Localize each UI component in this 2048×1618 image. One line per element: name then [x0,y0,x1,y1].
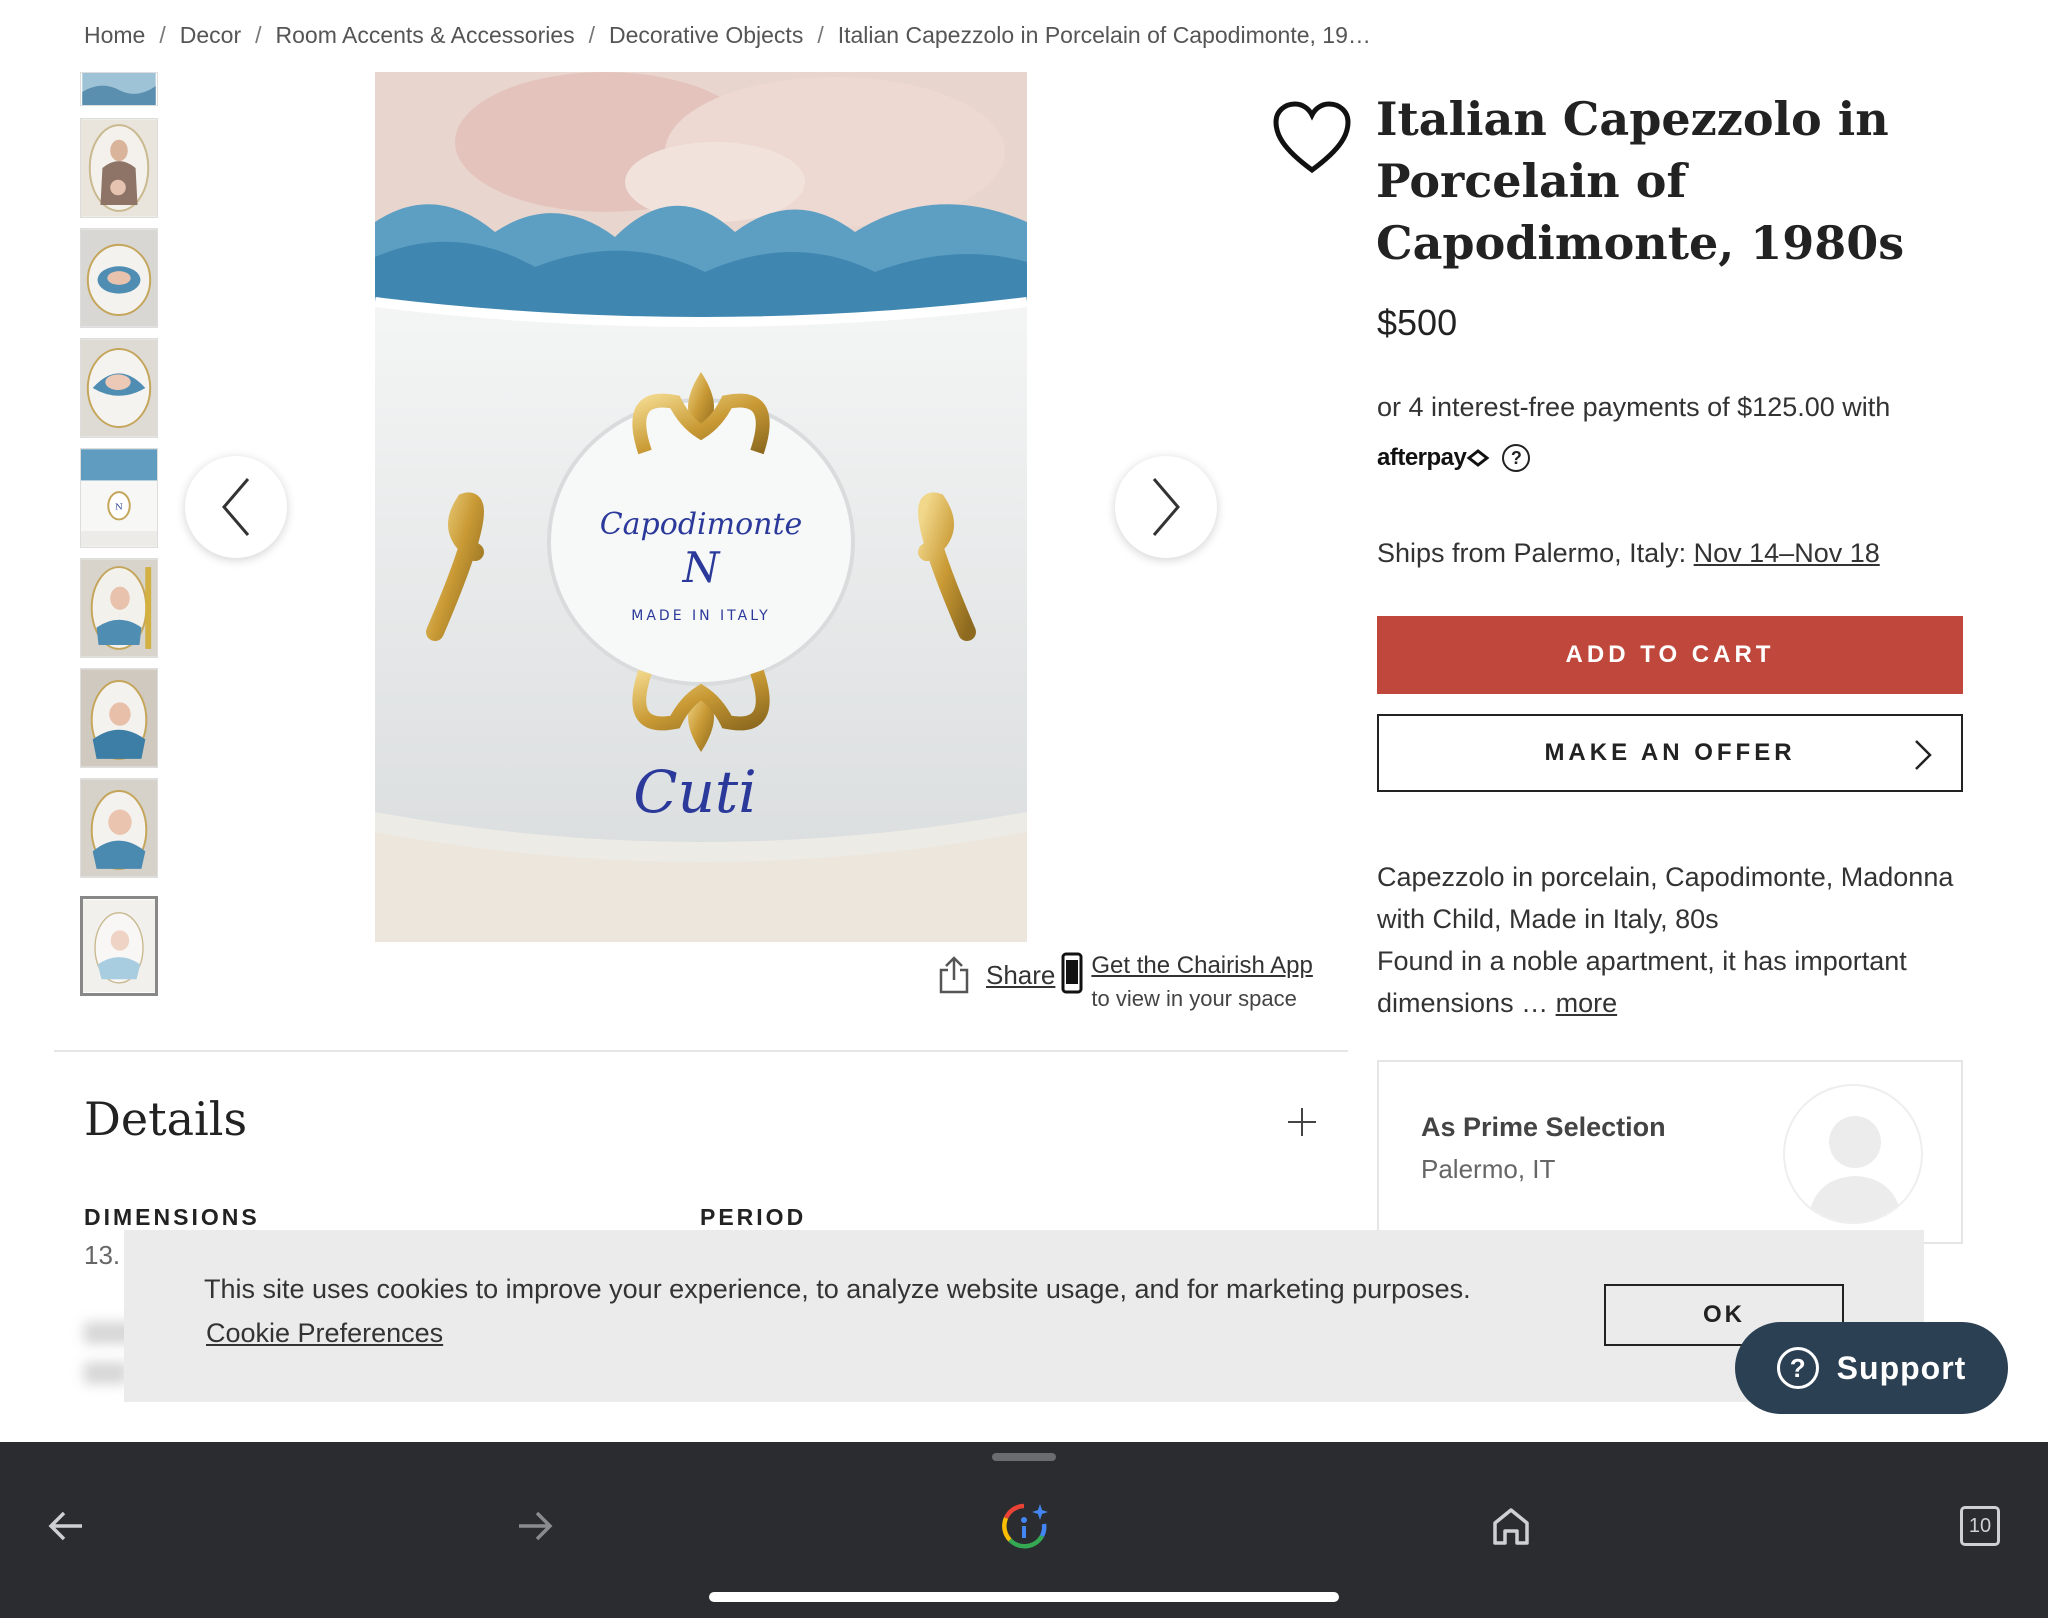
svg-text:N: N [682,543,721,592]
seller-name[interactable]: As Prime Selection [1421,1112,1666,1143]
support-button[interactable]: ? Support [1735,1322,2008,1414]
make-an-offer-button[interactable]: MAKE AN OFFER [1377,714,1963,792]
arrow-left-icon [48,1511,82,1541]
help-icon[interactable]: ? [1502,444,1531,472]
browser-back-button[interactable] [36,1496,96,1556]
breadcrumb-decor[interactable]: Decor [180,22,241,49]
thumbnail-4[interactable] [80,338,158,438]
product-price: $500 [1377,302,1458,343]
svg-text:MADE IN ITALY: MADE IN ITALY [631,608,770,624]
thumbnail-2[interactable] [80,118,158,218]
thumbnail-5[interactable]: N [80,448,158,548]
get-app-link[interactable]: Get the Chairish App to view in your spa… [1061,952,1313,1012]
share-label: Share [986,959,1056,990]
breadcrumb: Home / Decor / Room Accents & Accessorie… [84,18,1371,52]
browser-assistant-button[interactable] [994,1496,1054,1556]
expand-details-plus-icon[interactable] [1284,1104,1320,1140]
browser-home-button[interactable] [1481,1496,1541,1556]
home-icon [1493,1508,1529,1545]
cookie-preferences-link[interactable]: Cookie Preferences [206,1318,443,1349]
support-label: Support [1836,1349,1967,1386]
share-button[interactable]: Share [938,956,1055,994]
tabs-count-icon: 10 [1960,1506,2000,1546]
main-product-image[interactable]: Capodimonte N MADE IN ITALY Cuti [375,72,1027,942]
thumbnail-6[interactable] [80,558,158,658]
more-link[interactable]: more [1556,988,1618,1018]
get-app-subtitle: to view in your space [1091,986,1297,1011]
avatar[interactable] [1783,1084,1923,1224]
seller-location: Palermo, IT [1421,1154,1556,1184]
dimensions-value: 13. [84,1240,121,1270]
product-title: Italian Capezzolo in Porcelain of Capodi… [1376,92,1905,270]
share-icon [939,956,969,994]
breadcrumb-separator: / [255,21,262,48]
gallery-next-button[interactable] [1115,456,1217,558]
details-heading: Details [84,1092,248,1146]
thumbnail-9-selected[interactable] [80,896,158,996]
svg-text:Cuti: Cuti [633,758,757,826]
product-description: Capezzolo in porcelain, Capodimonte, Mad… [1377,856,1977,1024]
ship-dates-link[interactable]: Nov 14–Nov 18 [1694,538,1880,568]
chevron-right-icon [1152,478,1180,536]
seller-card[interactable]: As Prime Selection Palermo, IT [1377,1060,1963,1244]
shipping-info: Ships from Palermo, Italy: Nov 14–Nov 18 [1377,538,1880,569]
breadcrumb-room-accents[interactable]: Room Accents & Accessories [276,22,575,49]
blurred-value [84,1362,128,1384]
add-to-cart-button[interactable]: ADD TO CART [1377,616,1963,694]
thumbnail-7[interactable] [80,668,158,768]
user-silhouette-icon [1807,1116,1903,1222]
svg-text:N: N [115,503,123,513]
breadcrumb-separator: / [159,21,166,48]
make-offer-label: MAKE AN OFFER [1544,739,1796,766]
breadcrumb-separator: / [817,21,824,48]
svg-text:Capodimonte: Capodimonte [600,507,803,542]
afterpay-arrows-icon [1466,449,1490,467]
get-app-title[interactable]: Get the Chairish App [1091,952,1312,980]
browser-tabs-button[interactable]: 10 [1950,1496,2010,1556]
help-circle-icon: ? [1776,1347,1819,1389]
gallery-prev-button[interactable] [185,456,287,558]
breadcrumb-separator: / [588,21,596,48]
afterpay-row: afterpay ? [1377,444,1531,472]
chevron-right-icon [1915,740,1932,770]
thumbnail-3[interactable] [80,228,158,328]
cookie-text: This site uses cookies to improve your e… [204,1274,1471,1304]
description-line-1: Capezzolo in porcelain, Capodimonte, Mad… [1377,862,1954,934]
period-label: PERIOD [700,1204,807,1230]
breadcrumb-home[interactable]: Home [84,22,145,49]
assistant-icon [1002,1503,1048,1549]
dimensions-label: DIMENSIONS [84,1204,260,1230]
thumbnail-1[interactable] [80,72,158,106]
wishlist-heart-button[interactable] [1272,100,1352,176]
arrow-right-icon [519,1511,553,1541]
afterpay-logo: afterpay [1377,444,1467,471]
divider [54,1050,1348,1052]
description-line-2: Found in a noble apartment, it has impor… [1377,946,1907,1018]
ships-from-text: Ships from Palermo, Italy: [1377,538,1687,568]
drag-handle[interactable] [992,1453,1056,1461]
home-indicator[interactable] [709,1592,1339,1602]
cookie-banner: This site uses cookies to improve your e… [124,1230,1924,1402]
thumbnail-8[interactable] [80,778,158,878]
heart-icon [1273,101,1351,174]
installments-text: or 4 interest-free payments of $125.00 w… [1377,392,1891,422]
chevron-left-icon [222,478,250,536]
browser-forward-button[interactable] [505,1496,565,1556]
breadcrumb-current: Italian Capezzolo in Porcelain of Capodi… [837,21,1371,48]
breadcrumb-decorative-objects[interactable]: Decorative Objects [609,22,803,49]
phone-icon [1061,952,1083,994]
share-row: Share Get the Chairish App to view in yo… [938,942,1313,1012]
